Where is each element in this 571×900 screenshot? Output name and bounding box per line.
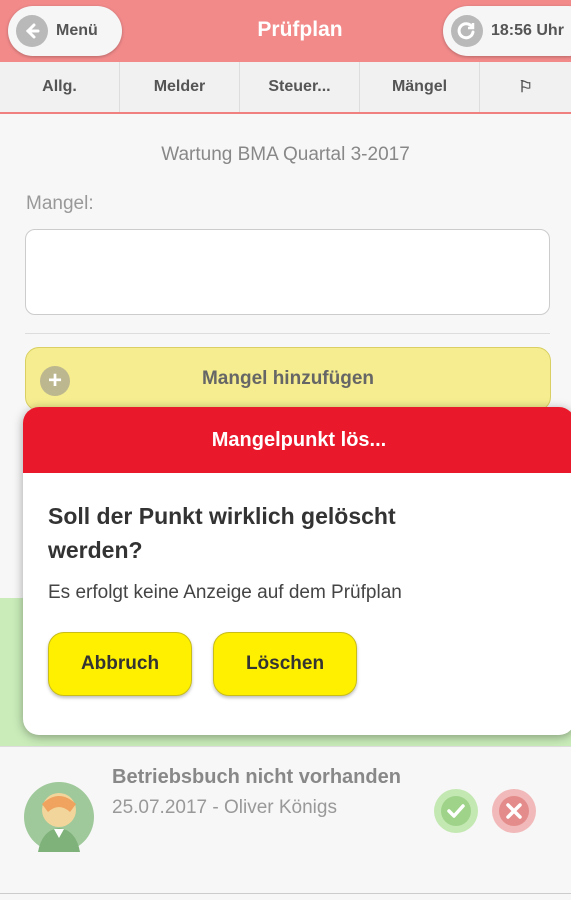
confirm-delete-dialog: Mangelpunkt lös... Soll der Punkt wirkli… [23, 407, 571, 735]
dialog-question: Soll der Punkt wirklich gelöscht werden? [48, 503, 396, 563]
dialog-title: Mangelpunkt lös... [23, 407, 571, 473]
dialog-message: Es erfolgt keine Anzeige auf dem Prüfpla… [48, 582, 402, 603]
dialog-overlay: Mangelpunkt lös... Soll der Punkt wirkli… [0, 0, 571, 900]
page: Menü Prüfplan 18:56 Uhr Allg. Melder Ste… [0, 0, 571, 900]
cancel-button[interactable]: Abbruch [48, 632, 192, 696]
delete-button[interactable]: Löschen [213, 632, 357, 696]
